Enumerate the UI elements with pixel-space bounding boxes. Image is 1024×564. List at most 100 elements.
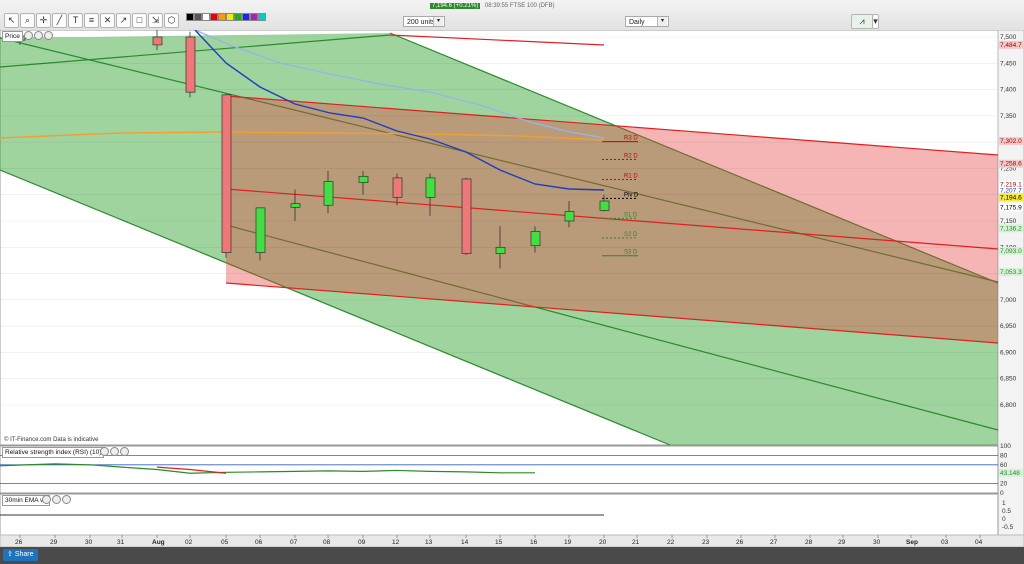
ema-tick-label: -0.5 [1002,524,1014,531]
ticker-bar: 7,194.6 (+0.21%) 08:39:55 FTSE 100 (DFB) [430,3,555,11]
x-tick-label: 05 [221,539,229,546]
close-icon[interactable] [62,495,71,504]
color-swatch-red[interactable] [210,13,218,21]
x-tick-label: 08 [323,539,331,546]
chevron-down-icon: ▾ [657,17,667,26]
y-tick-label: 6,850 [1000,376,1017,383]
units-select[interactable]: 200 units ▾ [403,16,445,27]
x-tick-label: 03 [941,539,949,546]
x-tick-label: 12 [392,539,400,546]
candle-body [530,231,541,247]
ema-panel-icons [41,495,71,504]
candle-body [290,203,301,208]
close-icon[interactable] [44,31,53,40]
rsi-tick-label: 20 [1000,481,1008,488]
price-label: 7,053.3 [1000,269,1022,276]
pivot-label: R2 D [624,153,638,159]
x-tick-label: 04 [975,539,983,546]
x-tick-label: 29 [50,539,58,546]
price-label: 7,093.0 [1000,248,1022,255]
chart-toolbar: ↖ ⌕ ✛ ╱ T ≡ ✕ ↗ □ ⇲ ⬡ 7,194.6 (+0.21%) 0… [0,0,1024,31]
interval-select[interactable]: Daily ▾ [625,16,669,27]
y-tick-label: 7,400 [1000,87,1017,94]
candle-body [185,36,196,93]
pivot-label: S3 D [624,250,638,256]
settings-icon[interactable] [24,31,33,40]
rsi-value-label: 43.148 [1000,470,1020,477]
settings-icon[interactable] [100,447,109,456]
share-icon: ⇪ [7,551,15,558]
settings-icon[interactable] [42,495,51,504]
price-label: 7,484.7 [1000,42,1022,49]
x-tick-label: 23 [702,539,710,546]
maximize-icon[interactable] [52,495,61,504]
color-swatch-orange[interactable] [218,13,226,21]
chart-area[interactable]: R3 D R2 D R1 D Piv D S1 D S2 D S3 D 7,500 7,450… [0,30,1024,547]
delete-icon[interactable]: ✕ [100,13,115,28]
x-tick-label: 20 [599,539,607,546]
chevron-down-icon: ▾ [433,17,443,26]
x-tick-label: 21 [632,539,640,546]
candle-body [392,177,403,198]
color-swatch-black[interactable] [186,13,194,21]
x-tick-label: 30 [85,539,93,546]
pivot-label: S1 D [624,212,638,218]
pointer-icon[interactable]: ↖ [4,13,19,28]
candle-body [255,207,266,253]
zoom-icon[interactable]: ⌕ [20,13,35,28]
y-tick-label: 7,000 [1000,297,1017,304]
chevron-down-icon[interactable]: ▾ [872,14,879,29]
candle-body [599,200,610,211]
color-swatch-blue[interactable] [242,13,250,21]
price-panel-icons [23,31,53,40]
pivot-label: S2 D [624,232,638,238]
candle-body [461,178,472,254]
maximize-icon[interactable] [34,31,43,40]
x-tick-label: 31 [117,539,125,546]
ema-tick-label: 0.5 [1002,508,1011,515]
x-tick-label: 27 [770,539,778,546]
arrow-tool-icon[interactable]: ↗ [116,13,131,28]
ema-tick-label: 0 [1002,516,1006,523]
channel-tool-icon[interactable]: ⇲ [148,13,163,28]
color-swatch-green[interactable] [234,13,242,21]
price-label: 7,258.6 [1000,161,1022,168]
share-button[interactable]: ⇪ Share [3,549,38,561]
y-tick-label: 7,350 [1000,113,1017,120]
copyright-note: © IT-Finance.com Data is indicative [4,437,99,443]
close-icon[interactable] [120,447,129,456]
candle-body [323,181,334,206]
color-swatch-gray[interactable] [194,13,202,21]
crosshair-icon[interactable]: ✛ [36,13,51,28]
x-tick-label: 07 [290,539,298,546]
x-tick-label: 09 [358,539,366,546]
y-tick-label: 6,800 [1000,402,1017,409]
draw-line-icon[interactable]: ╱ [52,13,67,28]
rsi-tick-label: 80 [1000,452,1008,459]
candle-body [564,211,575,222]
y-tick-label: 6,950 [1000,323,1017,330]
color-swatch-purple[interactable] [250,13,258,21]
x-tick-label: Aug [152,539,165,546]
text-tool-icon[interactable]: T [68,13,83,28]
x-tick-label: 26 [15,539,23,546]
color-swatch-cyan[interactable] [258,13,266,21]
candle-body [495,246,506,254]
y-tick-label: 7,450 [1000,60,1017,67]
shape-tool-icon[interactable]: ⬡ [164,13,179,28]
color-swatch-white[interactable] [202,13,210,21]
rectangle-tool-icon[interactable]: □ [132,13,147,28]
rsi-tick-label: 0 [1000,490,1004,497]
chart-type-icon[interactable]: ⩘ [851,14,873,29]
maximize-icon[interactable] [110,447,119,456]
pivot-label: R3 D [624,136,638,142]
price-label: 7,302.0 [1000,138,1022,145]
pivot-label: Piv D [624,192,639,198]
color-swatch-yellow[interactable] [226,13,234,21]
y-tick-label: 7,500 [1000,34,1017,41]
y-tick-label: 7,150 [1000,218,1017,225]
price-panel-label: Price [2,31,23,42]
price-label: 7,194.6 [1000,194,1022,201]
candle-body [152,36,163,46]
fibonacci-icon[interactable]: ≡ [84,13,99,28]
